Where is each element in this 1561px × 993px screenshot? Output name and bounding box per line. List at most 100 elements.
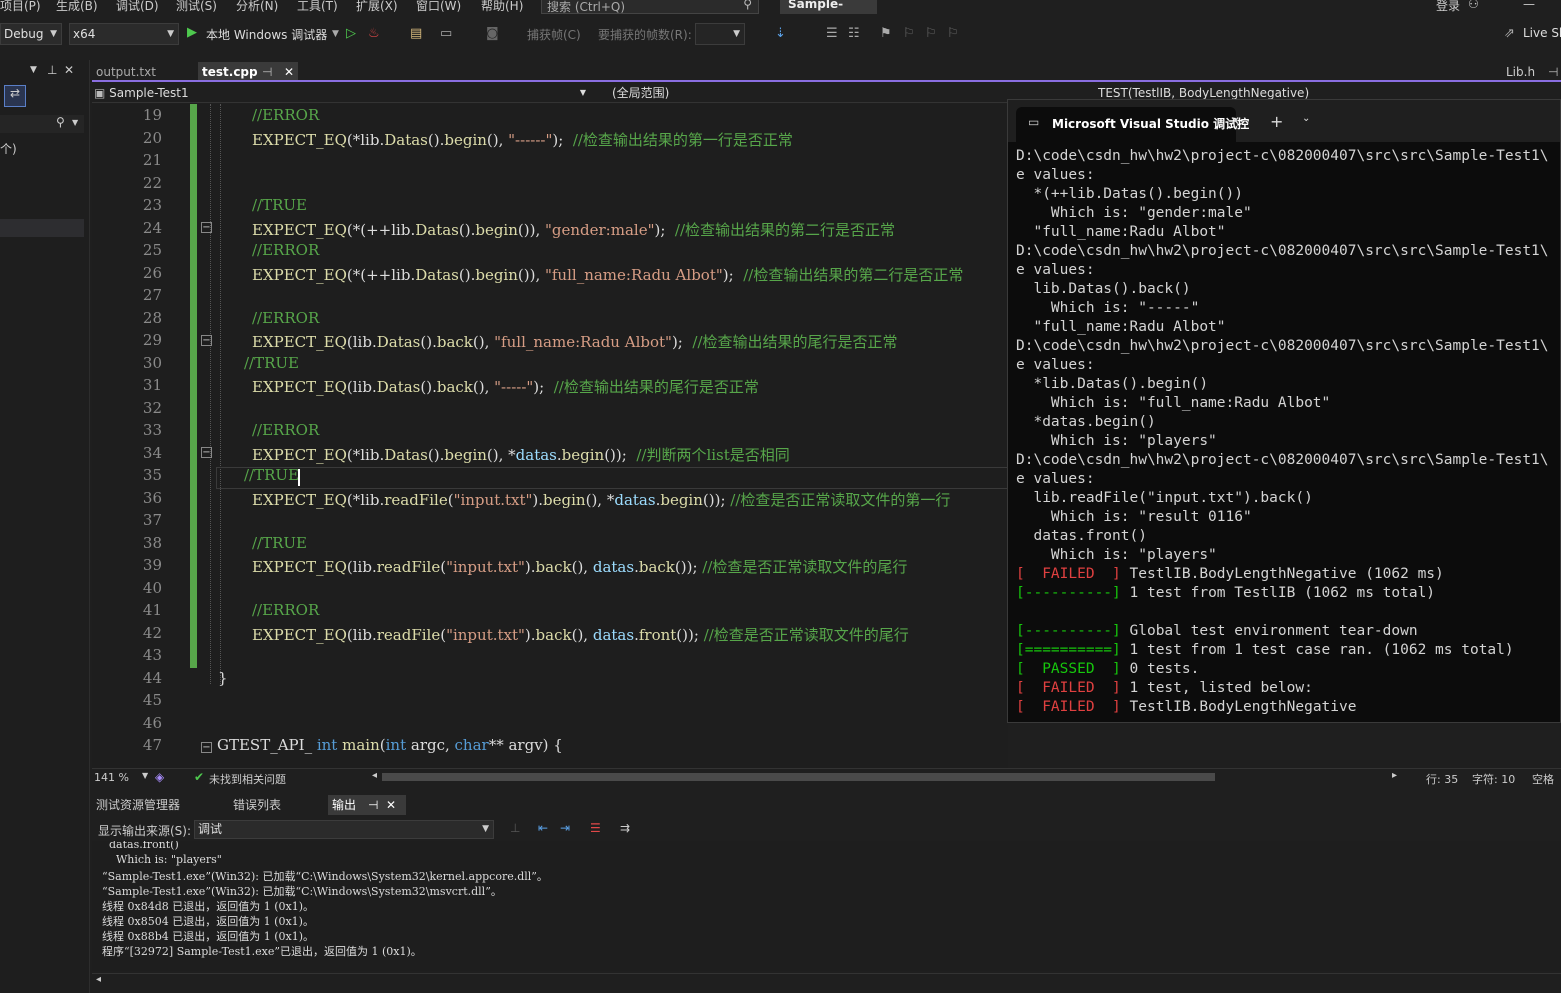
code-line[interactable]: EXPECT_EQ(lib.Datas().back(), "-----"); … bbox=[252, 376, 759, 397]
menu-extensions[interactable]: 扩展(X) bbox=[356, 0, 398, 14]
code-line[interactable]: //ERROR bbox=[252, 106, 319, 124]
issues-label[interactable]: 未找到相关问题 bbox=[209, 771, 286, 787]
menu-tools[interactable]: 工具(T) bbox=[297, 0, 338, 14]
tab-error-list[interactable]: 错误列表 bbox=[229, 795, 319, 815]
search-input[interactable]: 搜索 (Ctrl+Q) ⚲ bbox=[541, 0, 759, 14]
tab-test-cpp[interactable]: test.cpp ⊣ ✕ bbox=[198, 62, 298, 82]
capture-frame-button[interactable]: 捕获帧(C) bbox=[527, 26, 581, 43]
camera-icon[interactable]: ◙ bbox=[486, 26, 499, 41]
bookmark-prev-icon[interactable]: ⚐ bbox=[903, 26, 915, 41]
code-token: //检查是否正常读取文件的尾行 bbox=[702, 558, 908, 576]
code-line[interactable]: //TRUE bbox=[252, 196, 307, 214]
code-line[interactable]: EXPECT_EQ(*lib.Datas().begin(), *datas.b… bbox=[252, 444, 790, 465]
prev-message-icon[interactable]: ⇤ bbox=[538, 821, 548, 835]
close-icon[interactable]: ✕ bbox=[1230, 114, 1240, 128]
bookmark-next-icon[interactable]: ⚐ bbox=[925, 26, 937, 41]
code-line[interactable]: EXPECT_EQ(lib.Datas().back(), "full_name… bbox=[252, 331, 898, 352]
play-icon[interactable]: ▶ bbox=[187, 25, 197, 40]
debug-console-window[interactable]: ▭ Microsoft Visual Studio 调试控 ✕ + ⌄ D:\c… bbox=[1007, 99, 1561, 723]
output-text[interactable]: datas.front() Which is: "players" “Sample… bbox=[92, 841, 1561, 971]
close-icon[interactable]: ✕ bbox=[386, 795, 396, 815]
tab-lib-h[interactable]: Lib.h ⊣ bbox=[1502, 62, 1560, 82]
find-message-icon[interactable]: ⊥ bbox=[510, 821, 520, 835]
code-line[interactable]: EXPECT_EQ(*(++lib.Datas().begin()), "ful… bbox=[252, 264, 963, 285]
start-debugger-button[interactable]: 本地 Windows 调试器 bbox=[206, 26, 327, 43]
menu-help[interactable]: 帮助(H) bbox=[481, 0, 523, 14]
line-number: 39 bbox=[142, 556, 162, 574]
chevron-down-icon[interactable]: ⌄ bbox=[1302, 113, 1310, 124]
console-tab[interactable]: ▭ Microsoft Visual Studio 调试控 ✕ bbox=[1016, 107, 1249, 142]
close-icon[interactable]: ✕ bbox=[64, 63, 74, 77]
zoom-level[interactable]: 141 % bbox=[94, 771, 129, 784]
fold-icon[interactable]: − bbox=[201, 742, 212, 753]
code-line[interactable]: EXPECT_EQ(lib.readFile("input.txt").back… bbox=[252, 556, 907, 577]
word-wrap-icon[interactable]: ⇉ bbox=[620, 821, 630, 835]
code-line[interactable]: //ERROR bbox=[252, 421, 319, 439]
config-dropdown[interactable]: Debug ▼ bbox=[0, 23, 62, 45]
code-line[interactable]: //ERROR bbox=[252, 601, 319, 619]
layout-icon[interactable]: ▭ bbox=[440, 26, 452, 41]
menu-debug[interactable]: 调试(D) bbox=[116, 0, 159, 14]
chevron-down-icon[interactable]: ▼ bbox=[30, 65, 37, 75]
fold-icon[interactable]: − bbox=[201, 335, 212, 346]
next-message-icon[interactable]: ⇥ bbox=[560, 821, 570, 835]
code-line[interactable]: EXPECT_EQ(*lib.Datas().begin(), "------"… bbox=[252, 129, 793, 150]
output-source-dropdown[interactable]: 调试 ▼ bbox=[194, 820, 494, 839]
share-icon[interactable]: ⇗ bbox=[1504, 26, 1515, 41]
pin-icon[interactable]: ⊥ bbox=[47, 63, 57, 77]
login-link[interactable]: 登录 bbox=[1436, 0, 1460, 14]
bookmark-icon[interactable]: ⚑ bbox=[880, 26, 892, 41]
code-line[interactable]: EXPECT_EQ(*(++lib.Datas().begin()), "gen… bbox=[252, 219, 895, 240]
code-line[interactable]: GTEST_API_ int main(int argc, char** arg… bbox=[217, 736, 563, 754]
scroll-left-icon[interactable]: ◂ bbox=[96, 974, 101, 985]
output-horizontal-scrollbar[interactable]: ◂ bbox=[92, 973, 1561, 987]
menu-project[interactable]: 项目(P) bbox=[0, 0, 41, 14]
code-line[interactable]: EXPECT_EQ(lib.readFile("input.txt").back… bbox=[252, 624, 909, 645]
fold-icon[interactable]: − bbox=[201, 447, 212, 458]
project-dropdown[interactable]: ▣ Sample-Test1 ▼ bbox=[94, 84, 590, 102]
fold-icon[interactable]: − bbox=[201, 222, 212, 233]
minimize-icon[interactable]: — bbox=[1523, 0, 1535, 11]
hot-reload-icon[interactable]: ♨ bbox=[368, 26, 380, 41]
code-line[interactable]: //ERROR bbox=[252, 309, 319, 327]
tree-item[interactable]: 个) bbox=[0, 140, 17, 157]
menu-build[interactable]: 生成(B) bbox=[56, 0, 98, 14]
bookmark-clear-icon[interactable]: ⚐ bbox=[947, 26, 959, 41]
copilot-icon[interactable]: ◈ bbox=[155, 770, 164, 784]
code-line[interactable]: //TRUE bbox=[244, 354, 299, 372]
tab-output-txt[interactable]: output.txt bbox=[92, 62, 196, 82]
explorer-search-input[interactable]: ⚲ ▼ bbox=[0, 115, 84, 133]
code-line[interactable]: EXPECT_EQ(*lib.readFile("input.txt").beg… bbox=[252, 489, 950, 510]
scroll-right-icon[interactable]: ▸ bbox=[1392, 770, 1397, 781]
frames-dropdown[interactable]: ▼ bbox=[695, 23, 745, 45]
indent-icon[interactable]: ☰ bbox=[826, 26, 838, 41]
menu-test[interactable]: 测试(S) bbox=[176, 0, 217, 14]
code-line[interactable]: //ERROR bbox=[252, 241, 319, 259]
horizontal-scrollbar-thumb[interactable] bbox=[382, 773, 1215, 781]
folder-icon[interactable]: ▤ bbox=[410, 26, 422, 41]
step-icon[interactable]: ⇣ bbox=[775, 26, 786, 41]
sync-icon[interactable]: ⇄ bbox=[4, 85, 26, 107]
code-editor[interactable]: 19//ERROR 20 EXPECT_EQ(*lib.Datas().begin(… bbox=[92, 104, 1008, 768]
new-tab-icon[interactable]: + bbox=[1270, 112, 1283, 131]
chevron-down-icon[interactable]: ▼ bbox=[142, 771, 148, 780]
tab-output[interactable]: 输出 ⊣ ✕ bbox=[328, 795, 406, 815]
code-line[interactable]: //TRUE bbox=[252, 534, 307, 552]
pin-icon[interactable]: ⊣ bbox=[1548, 62, 1558, 82]
menu-analyze[interactable]: 分析(N) bbox=[236, 0, 278, 14]
account-icon[interactable]: ⚇ bbox=[1468, 0, 1479, 11]
play-outline-icon[interactable]: ▷ bbox=[346, 26, 356, 41]
tree-item-selected[interactable] bbox=[0, 219, 84, 237]
chevron-down-icon[interactable]: ▼ bbox=[332, 29, 339, 39]
menu-window[interactable]: 窗口(W) bbox=[416, 0, 461, 14]
scroll-left-icon[interactable]: ◂ bbox=[372, 770, 377, 781]
pin-icon[interactable]: ⊣ bbox=[262, 62, 272, 82]
line-number: 29 bbox=[142, 331, 162, 349]
close-icon[interactable]: ✕ bbox=[284, 62, 294, 82]
clear-all-icon[interactable]: ☰ bbox=[590, 821, 601, 835]
live-share-button[interactable]: Live Sh bbox=[1523, 26, 1561, 40]
tab-test-explorer[interactable]: 测试资源管理器 bbox=[92, 795, 222, 815]
platform-dropdown[interactable]: x64 ▼ bbox=[69, 23, 179, 45]
pin-icon[interactable]: ⊣ bbox=[368, 795, 378, 815]
outdent-icon[interactable]: ☷ bbox=[848, 26, 860, 41]
